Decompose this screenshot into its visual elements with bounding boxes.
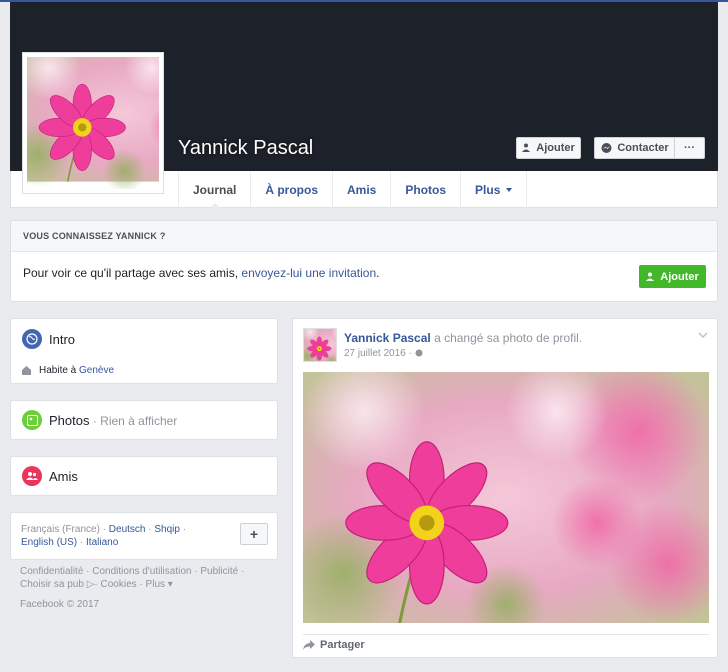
post-action-text: a changé sa photo de profil.	[430, 331, 583, 345]
friends-title: Amis	[49, 469, 78, 484]
share-button[interactable]: Partager	[303, 639, 365, 651]
post-photo[interactable]	[303, 372, 709, 623]
tab-friends[interactable]: Amis	[332, 171, 390, 208]
current-language: Français (France)	[21, 524, 100, 535]
city-link[interactable]: Genève	[79, 365, 114, 376]
globe-icon	[22, 329, 42, 349]
friend-suggestion-text: Pour voir ce qu'il partage avec ses amis…	[23, 266, 379, 280]
photos-empty-note: · Rien à afficher	[89, 414, 178, 428]
post-date[interactable]: 27 juillet 2016 ·	[344, 348, 412, 359]
tab-more-label: Plus	[475, 182, 501, 197]
post-author-name[interactable]: Yannick Pascal	[344, 331, 431, 345]
friends-icon	[22, 466, 42, 486]
post-divider	[303, 634, 709, 635]
chevron-down-icon: ▾	[165, 579, 173, 590]
post-header: Yannick Pascal a changé sa photo de prof…	[344, 331, 582, 345]
friends-card[interactable]: Amis	[10, 456, 278, 496]
lives-in-row: Habite à Genève	[22, 365, 114, 376]
friend-suggestion-prefix: Pour voir ce qu'il partage avec ses amis…	[23, 266, 242, 280]
add-friend-green-label: Ajouter	[660, 270, 699, 283]
add-friend-button[interactable]: Ajouter	[516, 137, 581, 159]
languages-list: Français (France) · Deutsch · Shqip · En…	[21, 524, 187, 548]
language-italiano[interactable]: Italiano	[86, 537, 118, 548]
send-invitation-link[interactable]: envoyez-lui une invitation	[241, 266, 376, 280]
add-friend-green-button[interactable]: Ajouter	[639, 265, 706, 288]
home-icon	[22, 366, 31, 375]
tab-journal[interactable]: Journal	[178, 171, 250, 209]
friend-suggestion-header: VOUS CONNAISSEZ YANNICK ?	[11, 221, 717, 252]
photos-title-row: Photos · Rien à afficher	[49, 413, 177, 428]
adchoices-icon: ▷	[86, 579, 95, 590]
photos-title: Photos	[49, 413, 90, 428]
copyright: Facebook © 2017	[20, 599, 100, 610]
share-icon	[303, 640, 315, 650]
friend-suggestion-suffix: .	[376, 266, 380, 280]
add-friend-label: Ajouter	[536, 142, 575, 154]
profile-name[interactable]: Yannick Pascal	[178, 137, 313, 160]
footer-terms[interactable]: Conditions d'utilisation	[92, 566, 191, 577]
post-author-avatar[interactable]	[303, 328, 337, 362]
post-options-chevron-icon[interactable]	[698, 330, 708, 340]
more-options-icon: ···	[684, 142, 695, 154]
friend-suggestion-box: VOUS CONNAISSEZ YANNICK ? Pour voir ce q…	[10, 220, 718, 302]
add-friend-icon	[522, 143, 531, 152]
tab-photos[interactable]: Photos	[390, 171, 460, 208]
messenger-icon	[601, 142, 612, 153]
languages-card: Français (France) · Deutsch · Shqip · En…	[10, 512, 278, 560]
lives-in-prefix: Habite à	[39, 365, 80, 376]
intro-card: Intro Habite à Genève	[10, 318, 278, 384]
add-friend-icon	[646, 272, 655, 281]
photos-card[interactable]: Photos · Rien à afficher	[10, 400, 278, 440]
tab-more[interactable]: Plus	[460, 171, 528, 208]
language-shqip[interactable]: Shqip	[154, 524, 180, 535]
more-options-button[interactable]: ···	[674, 137, 705, 159]
post-card: Yannick Pascal a changé sa photo de prof…	[292, 318, 718, 658]
contact-label: Contacter	[617, 142, 669, 154]
photos-icon	[22, 410, 42, 430]
profile-picture[interactable]	[22, 52, 164, 194]
post-meta: 27 juillet 2016 ·	[344, 348, 423, 359]
language-english[interactable]: English (US)	[21, 537, 77, 548]
footer-privacy[interactable]: Confidentialité	[20, 566, 83, 577]
footer-links: Confidentialité · Conditions d'utilisati…	[20, 565, 260, 611]
chevron-down-icon	[506, 187, 513, 192]
footer-ads[interactable]: Publicité	[200, 566, 238, 577]
footer-more[interactable]: Plus	[146, 579, 165, 590]
footer-adchoices[interactable]: Choisir sa pub	[20, 579, 84, 590]
tab-about[interactable]: À propos	[250, 171, 332, 208]
contact-button[interactable]: Contacter	[594, 137, 675, 159]
more-languages-button[interactable]: +	[240, 523, 268, 545]
footer-cookies[interactable]: Cookies	[101, 579, 137, 590]
share-label: Partager	[320, 639, 365, 651]
public-globe-icon[interactable]	[415, 349, 423, 357]
profile-picture-image	[27, 57, 159, 189]
profile-tabs: Journal À propos Amis Photos Plus	[178, 171, 528, 209]
plus-icon: +	[249, 526, 259, 542]
language-deutsch[interactable]: Deutsch	[109, 524, 146, 535]
intro-title: Intro	[49, 332, 76, 347]
